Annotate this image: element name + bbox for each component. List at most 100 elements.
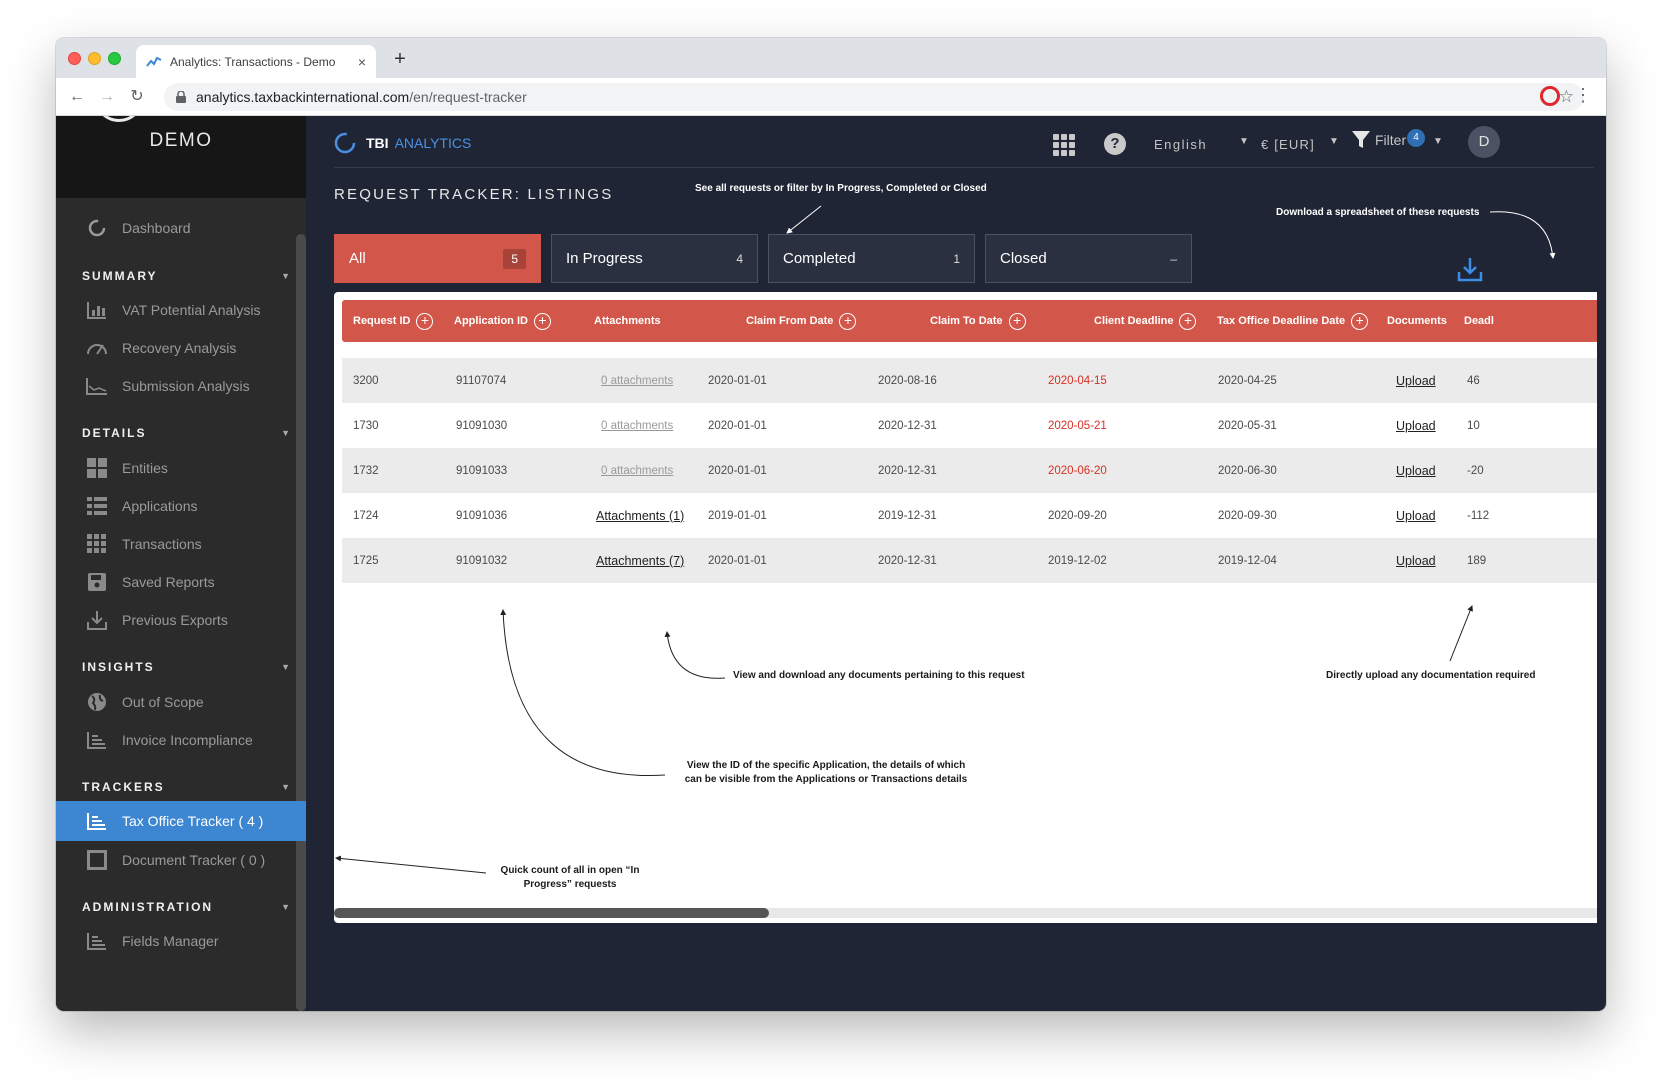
section-administration[interactable]: ADMINISTRATION ▼ [82, 900, 292, 914]
header-claim-to-date[interactable]: Claim To Date + [930, 300, 1026, 342]
annotation-app-id-note: View the ID of the specific Application,… [676, 759, 976, 787]
sidebar-item-previous-exports[interactable]: Previous Exports [56, 600, 306, 640]
header-label: Deadl [1464, 315, 1494, 327]
chevron-down-icon[interactable]: ▼ [1329, 136, 1339, 147]
help-icon[interactable]: ? [1104, 133, 1126, 155]
sidebar-item-entities[interactable]: Entities [56, 448, 306, 488]
upload-link[interactable]: Upload [1396, 448, 1436, 493]
address-bar[interactable]: analytics.taxbackinternational.com/en/re… [164, 83, 1584, 111]
upload-link[interactable]: Upload [1396, 403, 1436, 448]
cell-request-id: 1724 [353, 509, 379, 522]
sidebar-item-tax-office-tracker[interactable]: Tax Office Tracker ( 4 ) [56, 801, 306, 841]
sidebar-item-label: Document Tracker ( 0 ) [122, 852, 266, 868]
sidebar-item-applications[interactable]: Applications [56, 486, 306, 526]
tab-label: Closed [1000, 250, 1047, 267]
cell-claim-from: 2020-01-01 [708, 464, 767, 477]
language-selector[interactable]: English [1154, 137, 1207, 152]
chevron-down-icon: ▼ [281, 271, 292, 281]
cell-application-id: 91091032 [456, 554, 508, 567]
horizontal-scrollbar[interactable] [334, 908, 1597, 918]
sidebar-item-invoice-incompliance[interactable]: Invoice Incompliance [56, 720, 306, 760]
sidebar-item-document-tracker[interactable]: Document Tracker ( 0 ) [56, 840, 306, 880]
sidebar-item-submission[interactable]: Submission Analysis [56, 366, 306, 406]
upload-link[interactable]: Upload [1396, 358, 1436, 403]
new-tab-button[interactable]: + [388, 48, 412, 72]
upload-link[interactable]: Upload [1396, 493, 1436, 538]
cell-attachments-link[interactable]: Attachments (1) [596, 493, 684, 538]
header-tax-office-deadline[interactable]: Tax Office Deadline Date + [1217, 300, 1369, 342]
section-label: DETAILS [82, 426, 147, 440]
plus-circle-icon[interactable]: + [1008, 312, 1026, 330]
cell-tax-office-deadline: 2020-04-25 [1218, 374, 1277, 387]
currency-selector[interactable]: € [EUR] [1261, 137, 1315, 152]
annotation-download-note: Download a spreadsheet of these requests [1276, 207, 1480, 218]
tab-count: 5 [503, 248, 526, 269]
annotation-line: can be visible from the Applications or … [684, 774, 968, 785]
header-claim-from-date[interactable]: Claim From Date + [746, 300, 857, 342]
sidebar-item-out-of-scope[interactable]: Out of Scope [56, 682, 306, 722]
upload-link[interactable]: Upload [1396, 538, 1436, 583]
tab-label: In Progress [566, 250, 643, 267]
document-square-icon [86, 849, 108, 871]
tab-in-progress[interactable]: In Progress 4 [551, 234, 758, 283]
forward-icon[interactable]: → [96, 86, 118, 108]
close-tab-icon[interactable]: × [358, 54, 366, 70]
header-label: Attachments [594, 315, 661, 327]
tab-closed[interactable]: Closed – [985, 234, 1192, 283]
section-insights[interactable]: INSIGHTS ▼ [82, 660, 292, 674]
section-summary[interactable]: SUMMARY ▼ [82, 269, 292, 283]
back-icon[interactable]: ← [66, 86, 88, 108]
sidebar-item-recovery[interactable]: Recovery Analysis [56, 328, 306, 368]
filter-button[interactable]: Filter 4 [1351, 129, 1425, 150]
plus-circle-icon[interactable]: + [839, 312, 857, 330]
sidebar-item-label: Transactions [122, 536, 202, 552]
tab-all[interactable]: All 5 [334, 234, 541, 283]
sidebar-item-dashboard[interactable]: Dashboard [56, 208, 306, 248]
chevron-down-icon[interactable]: ▼ [1239, 136, 1249, 147]
user-avatar[interactable]: D [1468, 126, 1500, 158]
close-window-button[interactable] [68, 52, 81, 65]
header-request-id[interactable]: Request ID + [353, 300, 434, 342]
download-icon[interactable] [1457, 256, 1483, 282]
plus-circle-icon[interactable]: + [1351, 312, 1369, 330]
section-trackers[interactable]: TRACKERS ▼ [82, 780, 292, 794]
annotation-attachments-note: View and download any documents pertaini… [733, 670, 1025, 681]
minimize-window-button[interactable] [88, 52, 101, 65]
sidebar-item-saved-reports[interactable]: Saved Reports [56, 562, 306, 602]
chevron-down-icon[interactable]: ▼ [1433, 136, 1443, 147]
sidebar-item-fields-manager[interactable]: Fields Manager [56, 921, 306, 961]
header-client-deadline[interactable]: Client Deadline + [1094, 300, 1197, 342]
browser-menu-icon[interactable]: ⋮ [1574, 85, 1592, 106]
reload-icon[interactable]: ↻ [126, 86, 148, 108]
logo-ring-icon [334, 132, 356, 154]
cell-attachments-link[interactable]: 0 attachments [601, 403, 673, 448]
plus-circle-icon[interactable]: + [1179, 312, 1197, 330]
logo[interactable]: TBI ANALYTICS [334, 132, 471, 154]
url-path: /en/request-tracker [409, 89, 527, 105]
cell-attachments-link[interactable]: Attachments (7) [596, 538, 684, 583]
header-label: Claim From Date [746, 315, 834, 327]
zoom-window-button[interactable] [108, 52, 121, 65]
save-icon [86, 571, 108, 593]
cell-tax-office-deadline: 2020-05-31 [1218, 419, 1277, 432]
plus-circle-icon[interactable]: + [416, 312, 434, 330]
section-details[interactable]: DETAILS ▼ [82, 426, 292, 440]
header-label: Request ID [353, 315, 411, 327]
sidebar-item-vat-potential[interactable]: VAT Potential Analysis [56, 290, 306, 330]
star-icon[interactable]: ☆ [1559, 87, 1574, 107]
tab-completed[interactable]: Completed 1 [768, 234, 975, 283]
header-application-id[interactable]: Application ID + [454, 300, 551, 342]
sidebar-item-label: Fields Manager [122, 933, 219, 949]
cell-attachments-link[interactable]: 0 attachments [601, 448, 673, 493]
browser-tab[interactable]: Analytics: Transactions - Demo × [136, 45, 376, 78]
header-label: Documents [1387, 315, 1447, 327]
opera-extension-icon[interactable] [1540, 86, 1560, 106]
apps-grid-icon[interactable] [1053, 134, 1075, 156]
plus-circle-icon[interactable]: + [533, 312, 551, 330]
scrollbar-thumb[interactable] [334, 908, 769, 918]
sidebar-item-transactions[interactable]: Transactions [56, 524, 306, 564]
cell-attachments-link[interactable]: 0 attachments [601, 358, 673, 403]
cell-application-id: 91107074 [456, 374, 507, 387]
chevron-down-icon: ▼ [281, 902, 292, 912]
tab-label: Completed [783, 250, 856, 267]
